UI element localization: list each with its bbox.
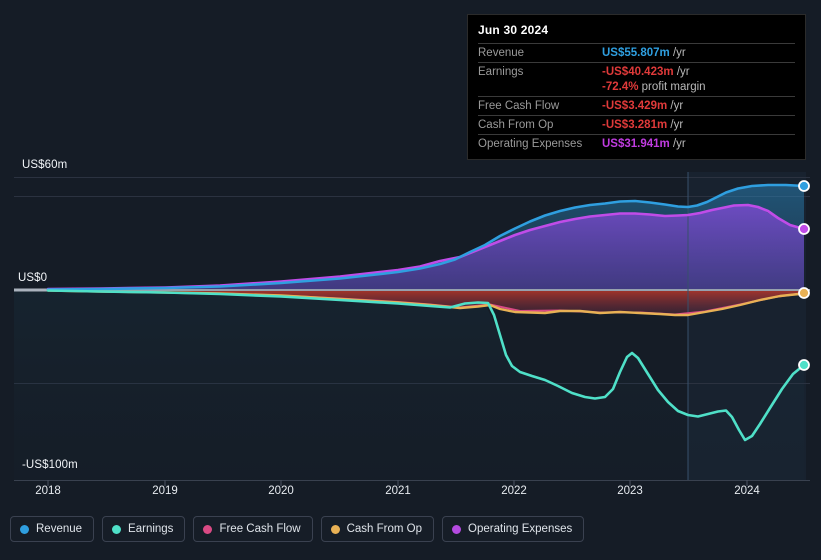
tooltip-unit-operating-expenses: /yr [672,138,686,150]
y-axis-label-bottom: -US$100m [22,459,78,471]
chart-legend: Revenue Earnings Free Cash Flow Cash Fro… [10,516,585,542]
legend-dot-icon-revenue [20,524,29,534]
tooltip-amount-revenue: US$55.807m [602,47,670,59]
legend-dot-icon-cash-from-op [330,524,340,534]
tooltip-amount-free-cash-flow: -US$3.429m [602,100,668,112]
cash-from-op-endpoint-marker [798,287,810,299]
tooltip-unit-cash-from-op: /yr [670,119,684,131]
data-tooltip: Jun 30 2024 Revenue US$55.807m /yr Earni… [467,14,806,160]
tooltip-row-profit-margin: -72.4% profit margin [478,81,795,97]
x-axis-label-2021: 2021 [385,485,411,497]
tooltip-row-revenue: Revenue US$55.807m /yr [478,43,795,63]
x-axis-label-2023: 2023 [617,485,643,497]
tooltip-row-free-cash-flow: Free Cash Flow -US$3.429m /yr [478,96,795,116]
legend-dot-icon-operating-expenses [452,524,462,534]
y-axis-label-zero: US$0 [18,272,48,284]
tooltip-value-operating-expenses: US$31.941m /yr [602,134,795,153]
legend-item-revenue[interactable]: Revenue [10,516,95,542]
tooltip-label-free-cash-flow: Free Cash Flow [478,96,602,116]
legend-item-cash-from-op[interactable]: Cash From Op [320,516,435,542]
legend-label-earnings: Earnings [128,523,174,535]
legend-item-operating-expenses[interactable]: Operating Expenses [442,516,585,542]
tooltip-row-operating-expenses: Operating Expenses US$31.941m /yr [478,134,795,153]
x-axis-label-2019: 2019 [152,485,178,497]
tooltip-label-earnings: Earnings [478,62,602,81]
x-axis-label-2020: 2020 [268,485,294,497]
legend-label-operating-expenses: Operating Expenses [468,523,573,535]
tooltip-value-revenue: US$55.807m /yr [602,43,795,63]
financial-chart: US$60m US$0 -US$100m 2018 2019 2020 2021… [0,0,821,560]
tooltip-label-revenue: Revenue [478,43,602,63]
tooltip-label-profit-margin [478,81,602,97]
legend-item-free-cash-flow[interactable]: Free Cash Flow [193,516,313,542]
earnings-area [14,291,804,480]
x-axis-label-2024: 2024 [734,485,760,497]
tooltip-row-cash-from-op: Cash From Op -US$3.281m /yr [478,115,795,135]
tooltip-unit-earnings: /yr [676,66,690,78]
tooltip-unit-profit-margin: profit margin [641,81,706,93]
tooltip-value-cash-from-op: -US$3.281m /yr [602,115,795,135]
tooltip-label-operating-expenses: Operating Expenses [478,134,602,153]
tooltip-unit-revenue: /yr [672,47,686,59]
tooltip-label-cash-from-op: Cash From Op [478,115,602,135]
tooltip-amount-profit-margin: -72.4% [602,81,639,93]
legend-dot-icon-free-cash-flow [203,524,213,534]
tooltip-value-free-cash-flow: -US$3.429m /yr [602,96,795,116]
tooltip-amount-earnings: -US$40.423m [602,66,674,78]
tooltip-table: Revenue US$55.807m /yr Earnings -US$40.4… [478,43,795,153]
legend-label-cash-from-op: Cash From Op [346,523,423,535]
legend-label-revenue: Revenue [36,523,83,535]
tooltip-row-earnings: Earnings -US$40.423m /yr [478,62,795,81]
operating-expenses-endpoint-marker [798,223,810,235]
tooltip-value-profit-margin: -72.4% profit margin [602,81,795,97]
y-axis-label-top: US$60m [22,159,68,171]
tooltip-unit-free-cash-flow: /yr [670,100,684,112]
legend-dot-icon-earnings [112,524,122,534]
legend-item-earnings[interactable]: Earnings [102,516,186,542]
revenue-endpoint-marker [798,180,810,192]
x-axis-label-2022: 2022 [501,485,527,497]
tooltip-amount-operating-expenses: US$31.941m [602,138,670,150]
tooltip-date: Jun 30 2024 [478,23,549,37]
opex-area [14,205,804,290]
x-axis-label-2018: 2018 [35,485,61,497]
tooltip-rows: Revenue US$55.807m /yr Earnings -US$40.4… [478,43,795,153]
tooltip-amount-cash-from-op: -US$3.281m [602,119,668,131]
earnings-endpoint-marker [798,359,810,371]
legend-label-free-cash-flow: Free Cash Flow [219,523,301,535]
tooltip-value-earnings: -US$40.423m /yr [602,62,795,81]
